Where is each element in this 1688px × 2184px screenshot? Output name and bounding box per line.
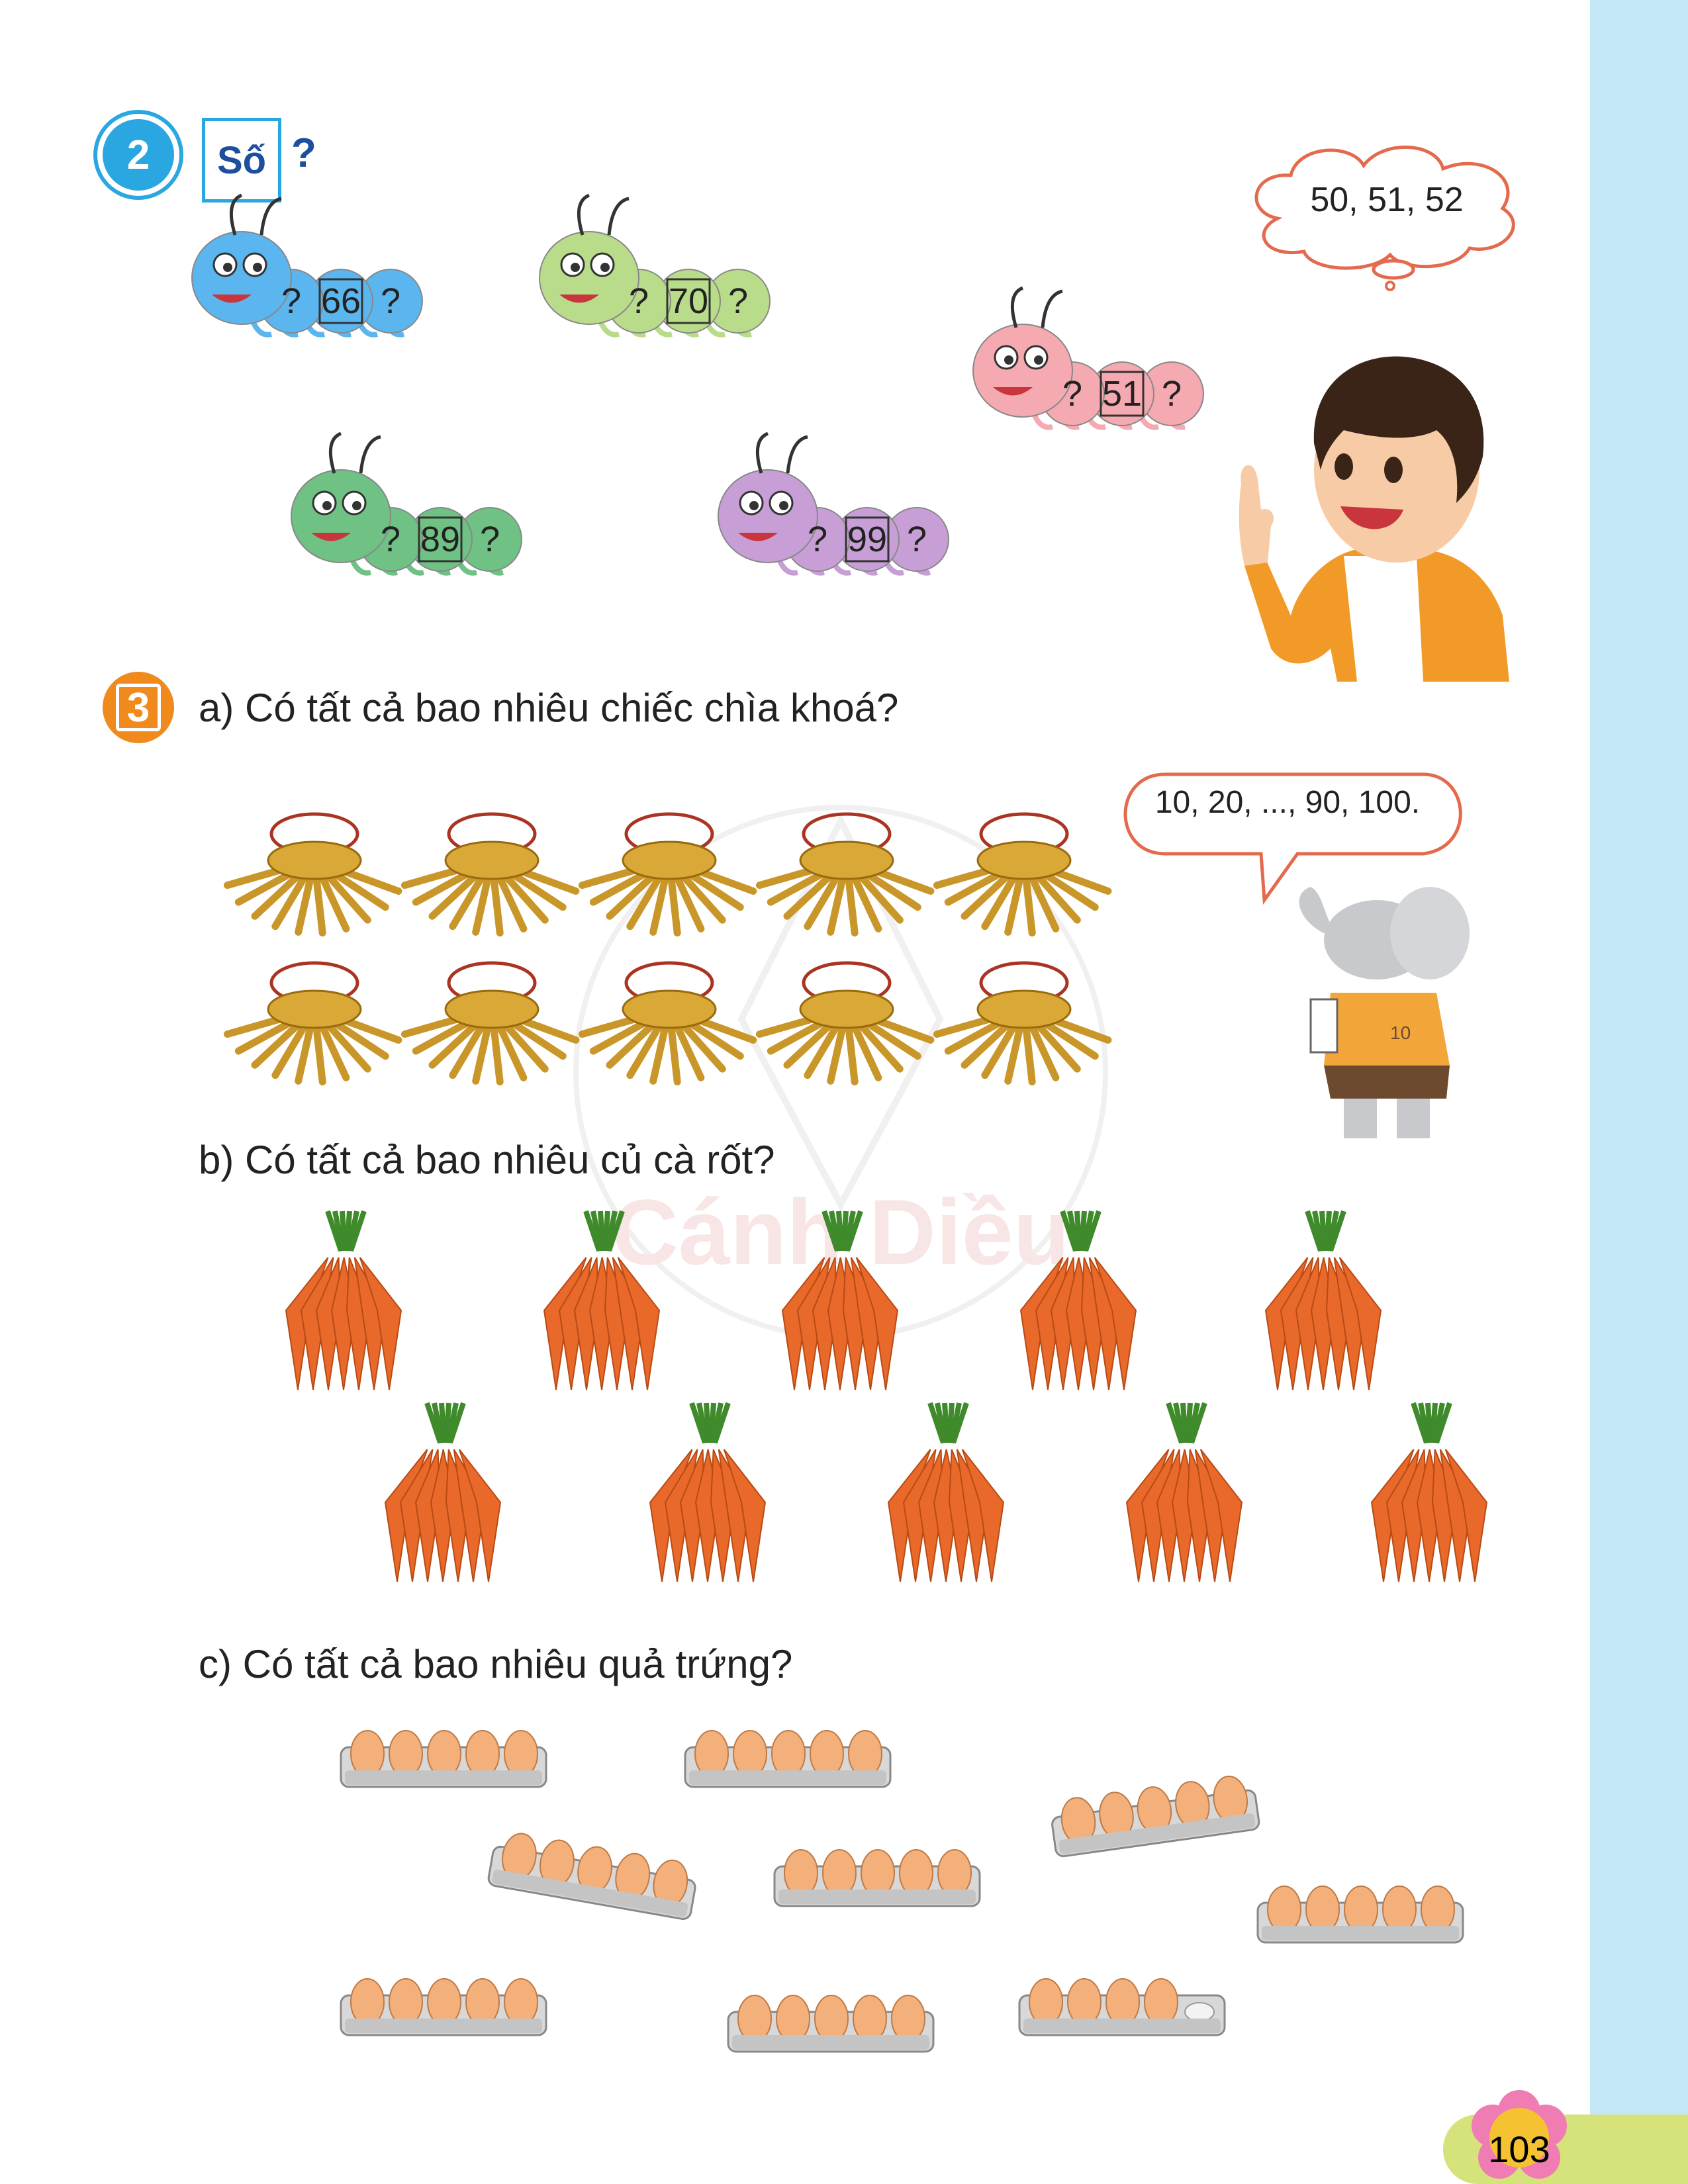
egg-carton-icon (340, 1978, 547, 2036)
key-bunch-icon (933, 812, 1112, 937)
question-c: c) Có tất cả bao nhiêu quả trứng? (199, 1642, 793, 1686)
egg-carton-icon (773, 1849, 981, 1907)
carrot-bunch-icon (384, 1402, 502, 1582)
key-bunch-icon (578, 812, 757, 937)
caterpillar: ? 99? (718, 432, 949, 576)
caterpillar-left-label: ? (808, 520, 827, 559)
caterpillar-middle-label: 51 (1102, 374, 1142, 414)
caterpillar: ? 51? (972, 286, 1204, 430)
thought-text: 50, 51, 52 (1310, 181, 1464, 219)
caterpillar-middle-label: 66 (321, 281, 361, 321)
carrot-bunch-icon (1370, 1402, 1488, 1582)
page-number: 103 (1488, 2128, 1550, 2170)
caterpillar-right-label: ? (907, 520, 927, 559)
carrot-bunches (285, 1210, 1488, 1582)
egg-carton-icon (340, 1730, 547, 1788)
egg-carton-icon (1018, 1978, 1226, 2036)
carrot-bunch-icon (1264, 1210, 1382, 1390)
caterpillar-right-label: ? (381, 281, 400, 321)
carrot-bunch-icon (285, 1210, 402, 1390)
caterpillar-middle-label: 99 (847, 520, 887, 559)
caterpillar-left-label: ? (381, 520, 400, 559)
caterpillar-left-label: ? (1062, 374, 1082, 414)
elephant-illustration: 10 (1299, 887, 1470, 1138)
caterpillar-left-label: ? (629, 281, 649, 321)
egg-carton-icon (1256, 1886, 1464, 1944)
exercise-3-number-box: 3 (116, 684, 161, 731)
key-bunch-icon (755, 812, 935, 937)
key-bunch-icon (933, 961, 1112, 1086)
caterpillar: ? 70? (539, 193, 771, 338)
caterpillar-middle-label: 89 (420, 520, 460, 559)
egg-carton-icon (727, 1995, 935, 2053)
caterpillar: ? 89? (291, 432, 522, 576)
key-bunch-icon (755, 961, 935, 1086)
exercise-3-number: 3 (103, 672, 174, 743)
egg-carton-icon (684, 1730, 892, 1788)
caterpillar-right-label: ? (1162, 374, 1182, 414)
question-a: a) Có tất cả bao nhiêu chiếc chìa khoá? (199, 686, 899, 730)
key-bunch-icon (223, 812, 402, 937)
caterpillar: ? 66? (191, 193, 423, 338)
carrot-bunch-icon (887, 1402, 1005, 1582)
carrot-bunch-icon (1019, 1210, 1137, 1390)
caterpillar-right-label: ? (728, 281, 748, 321)
egg-cartons (340, 1730, 1464, 2053)
question-b: b) Có tất cả bao nhiêu củ cà rốt? (199, 1138, 775, 1182)
key-bunch-icon (578, 961, 757, 1086)
carrot-bunch-icon (543, 1210, 661, 1390)
speech-text: 10, 20, ..., 90, 100. (1154, 785, 1421, 820)
elephant-shirt-number: 10 (1390, 1023, 1411, 1043)
carrot-bunch-icon (781, 1210, 899, 1390)
caterpillar-left-label: ? (281, 281, 301, 321)
carrot-bunch-icon (649, 1402, 767, 1582)
boy-illustration (1239, 356, 1509, 682)
key-bunch-icon (400, 812, 580, 937)
caterpillar-middle-label: 70 (669, 281, 708, 321)
carrot-bunch-icon (1125, 1402, 1243, 1582)
egg-carton-icon (487, 1833, 696, 1920)
key-bunch-icon (223, 961, 402, 1086)
key-bunches (223, 812, 1112, 1086)
egg-carton-icon (1051, 1776, 1260, 1858)
key-bunch-icon (400, 961, 580, 1086)
caterpillar-right-label: ? (480, 520, 500, 559)
